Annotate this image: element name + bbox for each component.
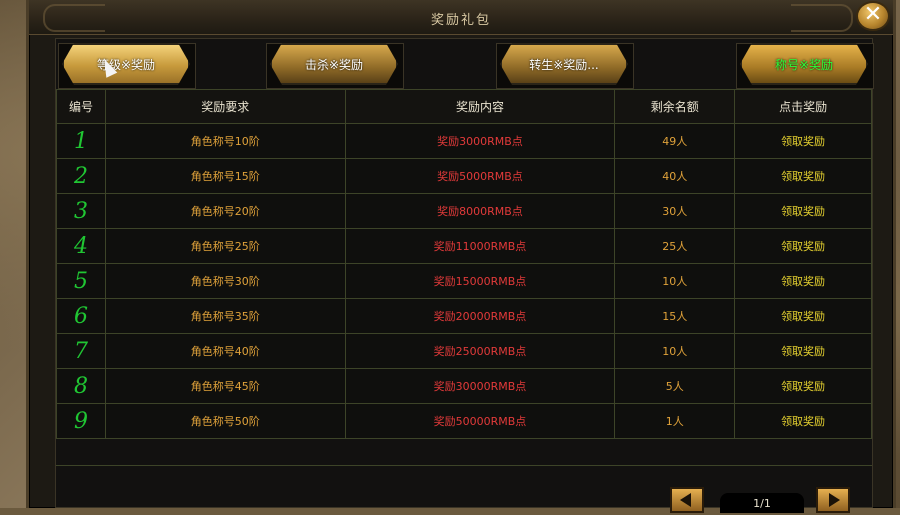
reward-table: 编号 奖励要求 奖励内容 剩余名额 点击奖励 1 角色称号10阶 奖励3000R… xyxy=(56,89,872,439)
table-row: 7 角色称号40阶 奖励25000RMB点 10人 领取奖励 xyxy=(56,333,872,369)
header-claim: 点击奖励 xyxy=(734,89,872,124)
window-title: 奖励礼包 xyxy=(430,13,491,28)
claim-reward-button[interactable]: 领取奖励 xyxy=(734,403,872,439)
row-reward: 奖励3000RMB点 xyxy=(344,123,616,159)
claim-reward-button[interactable]: 领取奖励 xyxy=(734,158,872,194)
row-reward: 奖励50000RMB点 xyxy=(344,403,616,439)
row-remaining: 30人 xyxy=(614,193,736,229)
row-number: 4 xyxy=(56,228,106,264)
claim-reward-button[interactable]: 领取奖励 xyxy=(734,368,872,404)
row-number: 5 xyxy=(56,263,106,299)
tab-label: 击杀※奖励 xyxy=(304,57,364,72)
row-reward: 奖励20000RMB点 xyxy=(344,298,616,334)
row-number: 1 xyxy=(56,123,106,159)
next-page-button[interactable] xyxy=(816,487,850,513)
claim-reward-button[interactable]: 领取奖励 xyxy=(734,333,872,369)
header-requirement: 奖励要求 xyxy=(104,89,346,124)
page-indicator: 1/1 xyxy=(720,493,804,513)
reward-panel: 等级※奖励 击杀※奖励 转生※奖励... 称号※奖励 编号 奖励要求 奖励内容 … xyxy=(55,38,874,513)
row-number: 8 xyxy=(56,368,106,404)
row-requirement: 角色称号10阶 xyxy=(104,123,346,159)
claim-reward-button[interactable]: 领取奖励 xyxy=(734,193,872,229)
row-reward: 奖励11000RMB点 xyxy=(344,228,616,264)
reward-gift-window: 奖励礼包 等级※奖励 击杀※奖励 转生※奖励... 称号※奖励 编号 奖励要求 xyxy=(26,0,896,513)
header-remaining: 剩余名额 xyxy=(614,89,736,124)
table-row: 3 角色称号20阶 奖励8000RMB点 30人 领取奖励 xyxy=(56,193,872,229)
close-icon: ✕ xyxy=(863,2,883,27)
title-bar: 奖励礼包 xyxy=(29,0,893,35)
row-reward: 奖励8000RMB点 xyxy=(344,193,616,229)
row-remaining: 1人 xyxy=(614,403,736,439)
header-number: 编号 xyxy=(56,89,106,124)
tab-title-reward[interactable]: 称号※奖励 xyxy=(740,43,868,85)
table-row: 6 角色称号35阶 奖励20000RMB点 15人 领取奖励 xyxy=(56,298,872,334)
tab-level-reward[interactable]: 等级※奖励 xyxy=(62,43,190,85)
row-number: 6 xyxy=(56,298,106,334)
prev-page-button[interactable] xyxy=(670,487,704,513)
row-number: 7 xyxy=(56,333,106,369)
table-row: 1 角色称号10阶 奖励3000RMB点 49人 领取奖励 xyxy=(56,123,872,159)
row-number: 3 xyxy=(56,193,106,229)
row-remaining: 5人 xyxy=(614,368,736,404)
row-number: 9 xyxy=(56,403,106,439)
row-requirement: 角色称号30阶 xyxy=(104,263,346,299)
table-header-row: 编号 奖励要求 奖励内容 剩余名额 点击奖励 xyxy=(56,89,872,124)
row-remaining: 15人 xyxy=(614,298,736,334)
row-requirement: 角色称号45阶 xyxy=(104,368,346,404)
row-requirement: 角色称号50阶 xyxy=(104,403,346,439)
row-requirement: 角色称号15阶 xyxy=(104,158,346,194)
claim-reward-button[interactable]: 领取奖励 xyxy=(734,298,872,334)
row-remaining: 40人 xyxy=(614,158,736,194)
tab-label: 转生※奖励... xyxy=(529,57,599,72)
row-remaining: 10人 xyxy=(614,333,736,369)
claim-reward-button[interactable]: 领取奖励 xyxy=(734,123,872,159)
tab-rebirth-reward[interactable]: 转生※奖励... xyxy=(500,43,628,85)
table-row: 5 角色称号30阶 奖励15000RMB点 10人 领取奖励 xyxy=(56,263,872,299)
row-remaining: 10人 xyxy=(614,263,736,299)
arrow-right-icon xyxy=(829,493,840,507)
row-requirement: 角色称号35阶 xyxy=(104,298,346,334)
claim-reward-button[interactable]: 领取奖励 xyxy=(734,228,872,264)
row-reward: 奖励5000RMB点 xyxy=(344,158,616,194)
row-remaining: 49人 xyxy=(614,123,736,159)
close-button[interactable]: ✕ xyxy=(856,1,890,31)
row-requirement: 角色称号40阶 xyxy=(104,333,346,369)
claim-reward-button[interactable]: 领取奖励 xyxy=(734,263,872,299)
row-reward: 奖励30000RMB点 xyxy=(344,368,616,404)
header-reward: 奖励内容 xyxy=(344,89,616,124)
row-reward: 奖励15000RMB点 xyxy=(344,263,616,299)
table-empty-area xyxy=(56,439,872,466)
table-row: 9 角色称号50阶 奖励50000RMB点 1人 领取奖励 xyxy=(56,403,872,439)
tab-kill-reward[interactable]: 击杀※奖励 xyxy=(270,43,398,85)
row-requirement: 角色称号25阶 xyxy=(104,228,346,264)
table-row: 4 角色称号25阶 奖励11000RMB点 25人 领取奖励 xyxy=(56,228,872,264)
row-reward: 奖励25000RMB点 xyxy=(344,333,616,369)
row-requirement: 角色称号20阶 xyxy=(104,193,346,229)
row-number: 2 xyxy=(56,158,106,194)
table-row: 2 角色称号15阶 奖励5000RMB点 40人 领取奖励 xyxy=(56,158,872,194)
arrow-left-icon xyxy=(680,493,691,507)
table-row: 8 角色称号45阶 奖励30000RMB点 5人 领取奖励 xyxy=(56,368,872,404)
row-remaining: 25人 xyxy=(614,228,736,264)
tab-label: 称号※奖励 xyxy=(774,57,834,72)
